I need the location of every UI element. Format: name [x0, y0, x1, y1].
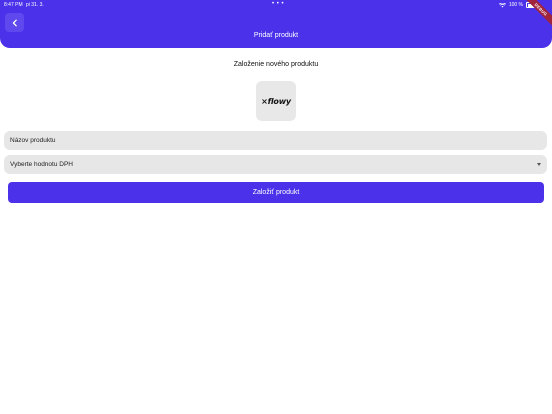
multitasking-dots[interactable]: • • •: [272, 1, 284, 7]
status-time: 8:47 PM: [4, 2, 23, 8]
wifi-icon: [498, 2, 506, 7]
product-name-input[interactable]: [10, 137, 547, 144]
vat-select-label: Vyberte hodnotu DPH: [10, 161, 73, 168]
caret-down-icon: [537, 163, 541, 166]
app-bar: 8:47 PM pi 31. 3. • • • 100 % DEBUG Prid…: [0, 0, 552, 48]
status-bar: 8:47 PM pi 31. 3. • • • 100 %: [0, 0, 552, 10]
create-product-button[interactable]: Založiť produkt: [8, 182, 544, 203]
product-name-field[interactable]: [4, 131, 547, 150]
chevron-left-icon: [12, 19, 17, 26]
page-title: Pridať produkt: [253, 32, 299, 39]
status-date: pi 31. 3.: [26, 2, 44, 8]
vat-select[interactable]: Vyberte hodnotu DPH: [4, 155, 547, 174]
flowy-logo: ×flowy: [261, 96, 291, 106]
product-image-placeholder[interactable]: ×flowy: [256, 81, 296, 121]
form-heading: Založenie nového produktu: [233, 61, 319, 68]
back-button[interactable]: [5, 13, 24, 32]
battery-percent: 100 %: [508, 2, 523, 8]
